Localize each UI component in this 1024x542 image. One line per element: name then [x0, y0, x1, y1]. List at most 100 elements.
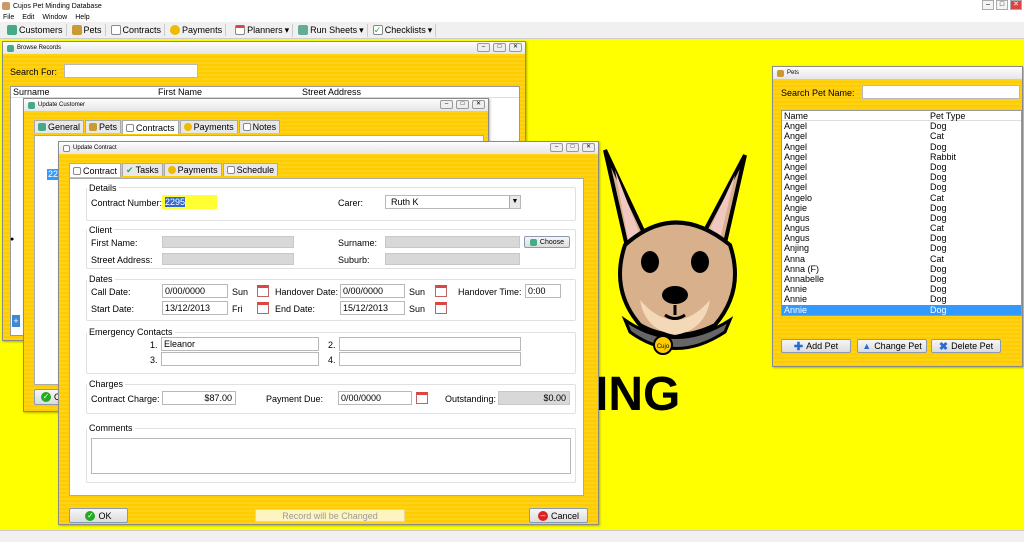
close-button[interactable]: ✕: [472, 100, 485, 109]
pet-row[interactable]: Angel Dog: [782, 172, 1021, 182]
menu-window[interactable]: Window: [42, 14, 67, 21]
call-date-calendar-icon[interactable]: [257, 285, 269, 297]
customer-tabs: General Pets Contracts Payments Notes: [34, 120, 281, 134]
customers-icon: [28, 101, 35, 109]
call-date-field[interactable]: 0/00/0000: [162, 284, 228, 298]
menu-help[interactable]: Help: [75, 14, 89, 21]
pet-row[interactable]: Angelo Cat: [782, 193, 1021, 203]
start-date-calendar-icon[interactable]: [257, 302, 269, 314]
toolbar-contracts-button[interactable]: Contracts: [108, 24, 166, 36]
delete-pet-button[interactable]: ✖ Delete Pet: [931, 339, 1001, 353]
toolbar-checklists-button[interactable]: ✓ Checklists ▾: [370, 23, 437, 37]
minimize-button[interactable]: –: [477, 43, 490, 52]
pet-name: Annie: [784, 284, 808, 295]
end-date-label: End Date:: [275, 304, 316, 314]
emergency-contact-3-field[interactable]: [161, 352, 319, 366]
col-first-name[interactable]: First Name: [156, 87, 300, 97]
col-pet-type[interactable]: Pet Type: [928, 111, 1021, 121]
tab-schedule[interactable]: Schedule: [222, 163, 279, 176]
pet-row[interactable]: Angel Dog: [782, 142, 1021, 152]
toolbar-customers-button[interactable]: Customers: [4, 24, 67, 36]
tab-contract[interactable]: Contract: [69, 163, 122, 177]
handover-date-field[interactable]: 0/00/0000: [340, 284, 405, 298]
tab-contract-payments[interactable]: Payments: [163, 163, 222, 176]
col-street-address[interactable]: Street Address: [300, 87, 361, 97]
contract-ok-button[interactable]: ✓ OK: [69, 508, 128, 523]
pet-type: Cat: [930, 192, 945, 203]
pet-row[interactable]: Angel Dog: [782, 182, 1021, 192]
contract-number-field[interactable]: 2295: [162, 195, 217, 209]
close-button[interactable]: ✕: [509, 43, 522, 52]
tab-tasks[interactable]: ✔ Tasks: [122, 163, 163, 176]
pet-search-input[interactable]: [862, 85, 1020, 99]
pet-row[interactable]: Angel Cat: [782, 131, 1021, 141]
menu-edit[interactable]: Edit: [22, 14, 34, 21]
emergency-contact-2-field[interactable]: [339, 337, 521, 351]
toolbar-run-sheets-button[interactable]: Run Sheets ▾: [295, 23, 368, 37]
col-name[interactable]: Name: [782, 111, 928, 121]
tab-general[interactable]: General: [34, 120, 85, 133]
add-icon[interactable]: +: [12, 315, 20, 327]
maximize-button[interactable]: □: [456, 100, 469, 109]
handover-time-field[interactable]: 0:00: [525, 284, 561, 298]
maximize-button[interactable]: □: [566, 143, 579, 152]
app-titlebar: Cujos Pet Minding Database – □ ✕: [0, 0, 1024, 12]
close-button[interactable]: ✕: [1010, 0, 1022, 10]
pet-row[interactable]: Angel Rabbit: [782, 152, 1021, 162]
pet-row[interactable]: Anna (F) Dog: [782, 264, 1021, 274]
main-toolbar: Customers Pets Contracts Payments Planne…: [0, 22, 1024, 39]
pet-row[interactable]: Anna Cat: [782, 254, 1021, 264]
emergency-contact-4-field[interactable]: [339, 352, 521, 366]
start-date-field[interactable]: 13/12/2013: [162, 301, 228, 315]
emergency-2-label: 2.: [328, 340, 336, 350]
pet-row[interactable]: Angie Dog: [782, 203, 1021, 213]
close-button[interactable]: ✕: [582, 143, 595, 152]
pet-row[interactable]: Angel Dog: [782, 121, 1021, 131]
end-date-field[interactable]: 15/12/2013: [340, 301, 405, 315]
tab-contracts[interactable]: Contracts: [122, 120, 179, 134]
pet-row[interactable]: Angus Dog: [782, 213, 1021, 223]
payment-due-field[interactable]: 0/00/0000: [338, 391, 412, 405]
menu-file[interactable]: File: [3, 14, 14, 21]
handover-date-calendar-icon[interactable]: [435, 285, 447, 297]
comments-textarea[interactable]: [91, 438, 571, 474]
contract-cancel-button[interactable]: – Cancel: [529, 508, 588, 523]
toolbar-payments-button[interactable]: Payments: [167, 24, 227, 36]
pet-row[interactable]: Annabelle Dog: [782, 274, 1021, 284]
payment-due-calendar-icon[interactable]: [416, 392, 428, 404]
paw-icon: [71, 25, 82, 35]
coin-icon: [183, 123, 192, 131]
contract-charge-field[interactable]: $87.00: [162, 391, 236, 405]
outstanding-label: Outstanding:: [445, 394, 497, 404]
maximize-button[interactable]: □: [996, 0, 1008, 10]
pet-row[interactable]: Annie Dog: [782, 304, 1021, 315]
coin-icon: [170, 25, 181, 35]
minimize-button[interactable]: –: [440, 100, 453, 109]
toolbar-planners-button[interactable]: Planners ▾: [232, 23, 294, 37]
pet-row[interactable]: Angus Dog: [782, 233, 1021, 243]
col-surname[interactable]: Surname: [11, 87, 156, 97]
search-input[interactable]: [64, 64, 198, 78]
tab-notes[interactable]: Notes: [238, 120, 281, 133]
payment-due-label: Payment Due:: [266, 394, 324, 404]
pet-type: Dog: [930, 274, 947, 284]
tab-payments[interactable]: Payments: [179, 120, 238, 133]
change-pet-button[interactable]: ▲ Change Pet: [857, 339, 927, 353]
details-group-label: Details: [87, 183, 119, 193]
toolbar-pets-button[interactable]: Pets: [69, 24, 106, 36]
minimize-button[interactable]: –: [982, 0, 994, 10]
pet-row[interactable]: Anjing Dog: [782, 243, 1021, 253]
pet-row[interactable]: Angel Dog: [782, 162, 1021, 172]
choose-button[interactable]: Choose: [524, 236, 570, 248]
pet-row[interactable]: Annie Dog: [782, 284, 1021, 294]
pet-row[interactable]: Angus Cat: [782, 223, 1021, 233]
pet-row[interactable]: Annie Dog: [782, 294, 1021, 304]
search-label: Search For:: [10, 67, 58, 77]
carer-select[interactable]: Ruth K ▼: [385, 195, 521, 209]
minimize-button[interactable]: –: [550, 143, 563, 152]
emergency-contact-1-field[interactable]: Eleanor: [161, 337, 319, 351]
maximize-button[interactable]: □: [493, 43, 506, 52]
tab-pets[interactable]: Pets: [85, 120, 122, 133]
add-pet-button[interactable]: ✚ Add Pet: [781, 339, 851, 353]
end-date-calendar-icon[interactable]: [435, 302, 447, 314]
